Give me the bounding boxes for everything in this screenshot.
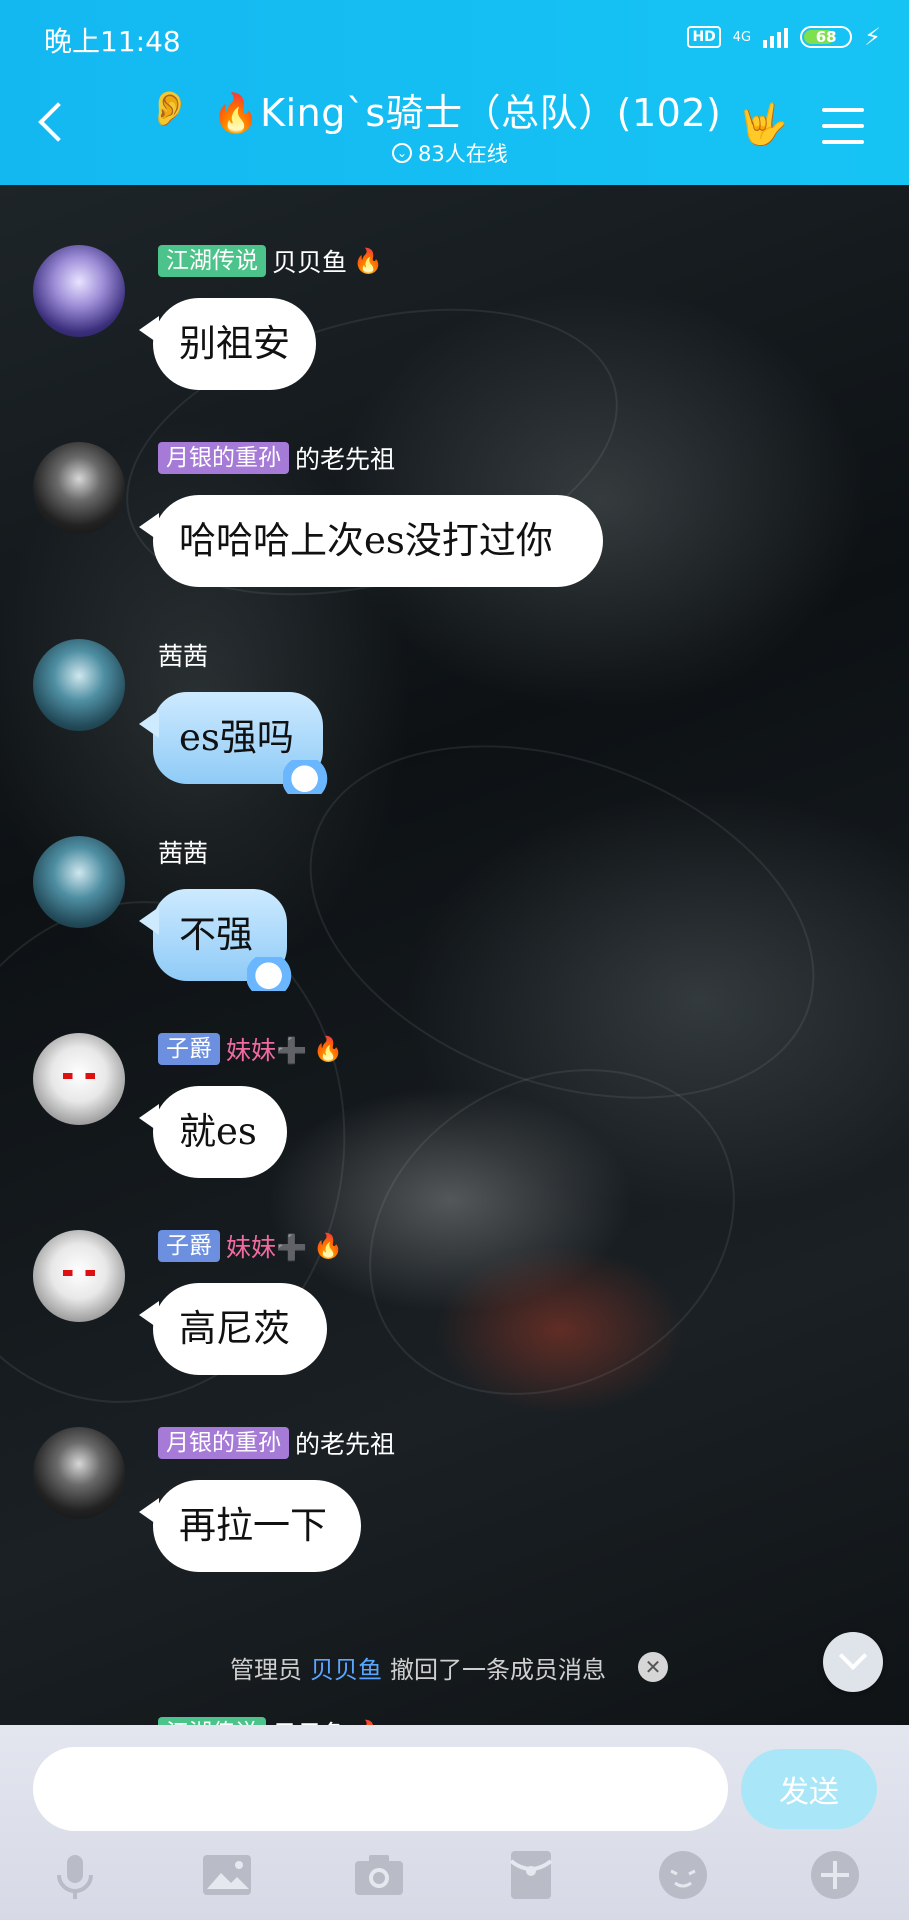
user-nick: 贝贝鱼 [272, 1715, 347, 1725]
user-badge: 月银的重孙 [158, 442, 289, 474]
signal-icon [763, 26, 789, 48]
user-nick[interactable]: 茜茜 [158, 834, 208, 870]
message-bubble[interactable]: 就es [139, 1086, 287, 1178]
battery-level: 68 [815, 28, 837, 46]
sender-row: 子爵 妹妹➕ 🔥 [158, 1228, 343, 1264]
camera-icon[interactable] [351, 1847, 407, 1903]
message-bubble[interactable]: 高尼茨 [139, 1283, 327, 1375]
sender-row: 茜茜 [158, 637, 208, 673]
message-row: 茜茜不强 [0, 776, 909, 991]
user-nick[interactable]: 妹妹➕ [226, 1228, 307, 1264]
message-bubble[interactable]: es强吗 [139, 692, 337, 794]
recall-suffix: 撤回了一条成员消息 [390, 1655, 606, 1684]
message-row: 子爵 妹妹➕ 🔥 就es [0, 973, 909, 1178]
sender-row: 茜茜 [158, 834, 208, 870]
recall-admin-name[interactable]: 贝贝鱼 [310, 1650, 382, 1685]
message-list[interactable]: 江湖传说 贝贝鱼 🔥 别祖安 月银的重孙 的老先祖 哈哈哈上次es没打过你 茜茜 es强吗 茜茜不… [0, 185, 909, 1725]
status-time: 晚上11:48 [44, 25, 181, 58]
input-toolbar [0, 1839, 909, 1909]
network-type: 4G [732, 29, 752, 45]
avatar[interactable] [33, 639, 125, 731]
message-text: 别祖安 [179, 322, 290, 365]
message-bubble[interactable]: 不强 [139, 889, 301, 991]
red-packet-icon[interactable] [503, 1847, 559, 1903]
status-icons: HD 4G 68 ⚡ [687, 22, 881, 52]
message-row: 茜茜 es强吗 [0, 579, 909, 794]
user-nick[interactable]: 的老先祖 [295, 440, 395, 476]
avatar[interactable] [33, 836, 125, 928]
group-title: 🔥King`s骑士（总队）(102) [212, 90, 722, 135]
message-row: 子爵 妹妹➕ 🔥 高尼茨 [0, 1170, 909, 1375]
chat-header: 晚上11:48 HD 4G 68 ⚡ 👂 🔥King`s骑士（总队）(102) … [0, 0, 909, 185]
online-count[interactable]: ⌄ 83人在线 [392, 138, 508, 168]
fire-icon: 🔥 [353, 247, 383, 275]
image-icon[interactable] [199, 1847, 255, 1903]
send-button[interactable]: 发送 [741, 1749, 877, 1829]
user-badge: 江湖传说 [158, 1717, 266, 1725]
message-row: 月银的重孙 的老先祖哈哈哈上次es没打过你 [0, 382, 909, 587]
user-nick[interactable]: 的老先祖 [295, 1425, 395, 1461]
message-row: 月银的重孙 的老先祖再拉一下 [0, 1367, 909, 1572]
charging-icon: ⚡ [864, 23, 881, 51]
close-icon[interactable]: ✕ [638, 1652, 668, 1682]
emoji-icon[interactable] [655, 1847, 711, 1903]
sender-row: 子爵 妹妹➕ 🔥 [158, 1031, 343, 1067]
recall-notice: 管理员 贝贝鱼 撤回了一条成员消息 ✕ [230, 1647, 668, 1687]
message-text: 再拉一下 [179, 1504, 327, 1547]
message-text: 哈哈哈上次es没打过你 [179, 519, 553, 562]
avatar[interactable] [33, 1230, 125, 1322]
avatar[interactable] [33, 1427, 125, 1519]
input-area: 发送 [0, 1725, 909, 1920]
user-badge: 子爵 [158, 1033, 220, 1065]
hd-icon: HD [687, 26, 721, 48]
avatar[interactable] [33, 442, 125, 534]
message-input[interactable] [33, 1747, 728, 1831]
user-nick[interactable]: 妹妹➕ [226, 1031, 307, 1067]
battery-icon: 68 [800, 26, 853, 48]
message-text: 不强 [179, 913, 253, 956]
avatar[interactable] [33, 1033, 125, 1125]
message-row: 江湖传说 贝贝鱼 🔥 别祖安 [0, 185, 909, 390]
message-bubble[interactable]: 再拉一下 [139, 1480, 361, 1572]
avatar[interactable] [33, 245, 125, 337]
user-badge: 江湖传说 [158, 245, 266, 277]
sender-row: 月银的重孙 的老先祖 [158, 1425, 395, 1461]
sender-row: 月银的重孙 的老先祖 [158, 440, 395, 476]
back-button[interactable] [30, 92, 74, 156]
recall-prefix: 管理员 [230, 1655, 302, 1684]
hand-gesture-icon[interactable]: 🤟 [738, 100, 788, 150]
fire-icon: 🔥 [313, 1035, 344, 1063]
user-badge: 子爵 [158, 1230, 220, 1262]
message-bubble[interactable]: 别祖安 [139, 298, 316, 390]
message-text: 高尼茨 [179, 1307, 290, 1350]
online-count-text: 83人在线 [418, 142, 508, 166]
scroll-down-button[interactable] [823, 1632, 883, 1692]
user-nick[interactable]: 茜茜 [158, 637, 208, 673]
menu-icon[interactable] [822, 106, 866, 146]
user-nick[interactable]: 贝贝鱼 [272, 243, 347, 279]
ear-icon[interactable]: 👂 [148, 89, 190, 129]
message-bubble[interactable]: 哈哈哈上次es没打过你 [139, 495, 603, 587]
chat-screen: 晚上11:48 HD 4G 68 ⚡ 👂 🔥King`s骑士（总队）(102) … [0, 0, 909, 1920]
sender-row: 江湖传说 贝贝鱼 🔥 [158, 243, 383, 279]
message-text: es强吗 [179, 716, 294, 759]
chevron-circle-icon: ⌄ [392, 143, 412, 163]
title-row[interactable]: 👂 🔥King`s骑士（总队）(102) [148, 84, 722, 135]
user-badge: 月银的重孙 [158, 1427, 289, 1459]
fire-icon: 🔥 [313, 1232, 344, 1260]
microphone-icon[interactable] [47, 1847, 103, 1903]
message-text: 就es [179, 1110, 257, 1153]
next-message-peek: 江湖传说 贝贝鱼 🔥 [158, 1715, 383, 1725]
plus-icon[interactable] [807, 1847, 863, 1903]
